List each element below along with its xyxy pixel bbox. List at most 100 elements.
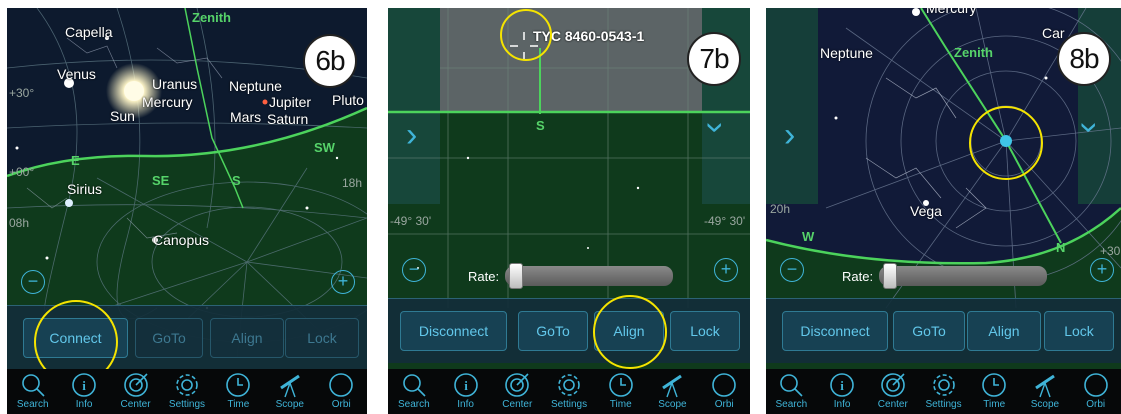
label-capella: Capella: [65, 24, 113, 40]
label-ra-18h: 18h: [342, 176, 363, 190]
target-icon: [880, 373, 905, 397]
gear-icon: [932, 374, 955, 396]
chevron-right-icon[interactable]: ›: [406, 116, 417, 155]
lock-button[interactable]: Lock: [285, 318, 359, 358]
rate-track[interactable]: [505, 263, 674, 289]
zoom-in-button[interactable]: +: [714, 258, 738, 282]
align-button[interactable]: Align: [210, 318, 284, 358]
label-north: N: [1056, 240, 1066, 255]
rate-thumb[interactable]: [509, 263, 524, 289]
tab-settings[interactable]: Settings: [543, 369, 595, 414]
telescope-icon: [279, 374, 300, 398]
search-icon: [403, 374, 426, 397]
label-uranus: Uranus: [152, 76, 198, 92]
telescope-icon: [662, 374, 683, 398]
rate-slider[interactable]: Rate:: [468, 263, 674, 289]
tab-center[interactable]: Center: [110, 369, 161, 414]
step-badge: 7b: [687, 32, 741, 86]
zoom-out-button[interactable]: −: [21, 270, 45, 294]
label-ra-08h: 08h: [9, 216, 30, 230]
tab-label: Settings: [168, 399, 206, 410]
step-badge: 6b: [303, 34, 357, 88]
label-sun: Sun: [110, 108, 135, 124]
tab-label: Settings: [550, 399, 588, 410]
tab-label: Time: [609, 399, 632, 410]
highlight-circle: [500, 9, 552, 61]
tab-center[interactable]: Center: [867, 369, 918, 414]
tab-time[interactable]: Time: [595, 369, 647, 414]
zoom-out-button[interactable]: −: [402, 258, 426, 282]
svg-text:i: i: [464, 378, 468, 393]
rate-label: Rate:: [842, 268, 874, 284]
tab-label: Scope: [1030, 399, 1060, 410]
goto-button[interactable]: GoTo: [893, 311, 965, 351]
bottom-tab-bar: Search i Info Center Settings Time Scope …: [388, 369, 750, 414]
target-icon: [505, 373, 530, 397]
goto-button[interactable]: GoTo: [518, 311, 588, 351]
zoom-out-button[interactable]: −: [780, 258, 804, 282]
chevron-down-icon[interactable]: ›: [1070, 122, 1109, 133]
lock-button[interactable]: Lock: [670, 311, 740, 351]
tab-label: Info: [457, 399, 474, 410]
label-dec-30: +30°: [9, 86, 35, 100]
tab-orbit[interactable]: Orbi: [316, 369, 367, 414]
label-south: S: [536, 118, 545, 133]
label-west: W: [802, 229, 815, 244]
tab-label: Center: [120, 399, 151, 410]
tab-info[interactable]: i Info: [817, 369, 868, 414]
orbit-icon: [712, 373, 736, 397]
clock-icon: [982, 373, 1007, 397]
zoom-in-button[interactable]: +: [1090, 258, 1114, 282]
rate-slider[interactable]: Rate:: [842, 263, 1048, 289]
tab-info[interactable]: i Info: [58, 369, 109, 414]
chevron-right-icon[interactable]: ›: [784, 116, 795, 155]
tab-label: Info: [833, 399, 851, 410]
tab-time[interactable]: Time: [969, 369, 1020, 414]
tab-time[interactable]: Time: [213, 369, 264, 414]
screenshot-panel-6b: Capella Zenith Venus Uranus Mercury Nept…: [7, 8, 367, 414]
align-button[interactable]: Align: [967, 311, 1041, 351]
label-neptune: Neptune: [820, 45, 873, 61]
goto-button[interactable]: GoTo: [135, 318, 203, 358]
label-vega: Vega: [910, 203, 942, 219]
tab-settings[interactable]: Settings: [161, 369, 212, 414]
search-icon: [780, 374, 803, 397]
zoom-in-button[interactable]: +: [331, 270, 355, 294]
rate-thumb[interactable]: [883, 263, 898, 289]
label-dec-00: +00°: [9, 165, 35, 179]
svg-text:i: i: [82, 378, 86, 393]
search-icon: [21, 374, 45, 397]
label-dec-30: +30°: [1100, 244, 1121, 258]
tab-orbit[interactable]: Orbi: [698, 369, 750, 414]
tab-scope[interactable]: Scope: [1020, 369, 1071, 414]
tab-settings[interactable]: Settings: [918, 369, 969, 414]
tab-orbit[interactable]: Orbi: [1070, 369, 1121, 414]
label-south: S: [232, 173, 241, 188]
label-sirius: Sirius: [67, 181, 103, 197]
tab-label: Search: [775, 399, 808, 410]
tab-info[interactable]: i Info: [440, 369, 492, 414]
label-mars: Mars: [230, 109, 262, 125]
rate-track[interactable]: [879, 263, 1048, 289]
telescope-control-bar: Disconnect GoTo Align Lock: [388, 298, 750, 363]
clock-icon: [608, 373, 633, 397]
chevron-down-icon[interactable]: ›: [696, 122, 735, 133]
tab-search[interactable]: Search: [766, 369, 817, 414]
disconnect-button[interactable]: Disconnect: [400, 311, 507, 351]
label-dec-left: -49° 30': [390, 214, 432, 228]
tab-label: Orbi: [714, 399, 734, 410]
label-southeast: SE: [152, 173, 170, 188]
orbit-icon: [1083, 373, 1108, 397]
lock-button[interactable]: Lock: [1044, 311, 1114, 351]
tab-label: Orbi: [1086, 399, 1106, 410]
gear-icon: [176, 374, 198, 396]
tab-center[interactable]: Center: [491, 369, 543, 414]
tab-scope[interactable]: Scope: [264, 369, 315, 414]
tab-scope[interactable]: Scope: [647, 369, 699, 414]
tab-search[interactable]: Search: [388, 369, 440, 414]
rate-label: Rate:: [468, 268, 500, 284]
tab-label: Scope: [658, 399, 687, 410]
disconnect-button[interactable]: Disconnect: [782, 311, 888, 351]
tab-label: Scope: [275, 399, 304, 410]
tab-search[interactable]: Search: [7, 369, 58, 414]
